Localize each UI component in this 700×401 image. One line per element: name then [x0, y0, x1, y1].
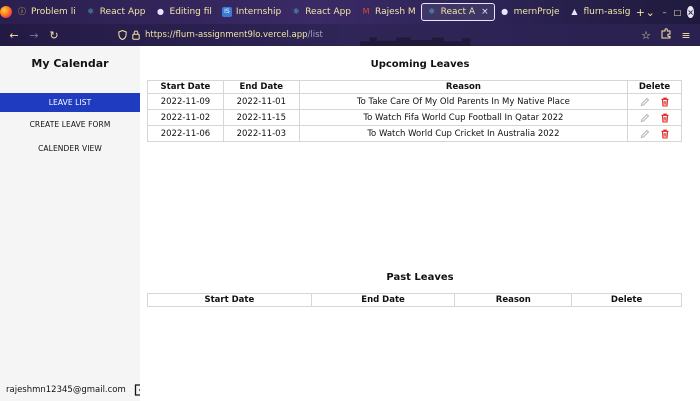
browser-tab-label: React App — [305, 7, 352, 17]
back-arrow-icon[interactable]: ← — [4, 29, 24, 42]
minimize-icon[interactable]: – — [661, 6, 668, 18]
lock-icon[interactable] — [132, 30, 140, 40]
table-row: 2022-11-09 2022-11-01 To Take Care Of My O… — [147, 93, 682, 110]
url-path: /list — [307, 30, 323, 40]
url-text[interactable]: https://flurn-assignment9lo.vercel.app/l… — [145, 30, 323, 40]
new-tab-button[interactable]: + — [635, 6, 645, 19]
trash-icon[interactable] — [660, 113, 670, 123]
gmail-icon: M — [362, 7, 370, 16]
header-reason: Reason — [454, 293, 573, 307]
header-reason: Reason — [298, 80, 629, 94]
table-row: 2022-11-06 2022-11-03 To Watch World Cup C… — [147, 125, 682, 142]
trash-icon[interactable] — [660, 97, 670, 107]
browser-tab[interactable]: ● Editing fil — [151, 0, 217, 24]
sidebar: My Calendar LEAVE LIST CREATE LEAVE FORM… — [0, 46, 148, 401]
browser-tab[interactable]: M Rajesh M — [356, 0, 421, 24]
cell-end-date: 2022-11-15 — [222, 109, 300, 126]
browser-tab[interactable]: ⚛ React A × — [420, 3, 495, 21]
sidebar-item-create-leave-form[interactable]: CREATE LEAVE FORM — [0, 115, 140, 134]
browser-tab-bar: ⓘ Problem li ⚛ React App ● Editing fil IS Inter… — [0, 0, 700, 24]
cell-reason: To Take Care Of My Old Parents In My Nat… — [298, 93, 629, 110]
forward-arrow-icon[interactable]: → — [24, 29, 44, 42]
react-icon: ⚛ — [87, 7, 95, 16]
info-icon: ⓘ — [18, 7, 27, 16]
user-email: rajeshmn12345@gmail.com — [6, 385, 126, 395]
app-title: My Calendar — [31, 57, 109, 70]
react-icon: ⚛ — [428, 7, 436, 16]
bookmark-star-icon[interactable]: ☆ — [636, 29, 656, 42]
main-content: Upcoming Leaves Start Date End Date Reas… — [140, 46, 700, 401]
cell-end-date: 2022-11-03 — [222, 125, 300, 142]
header-start-date: Start Date — [147, 80, 224, 94]
github-icon: ● — [157, 7, 165, 16]
browser-tab-label: mernProje — [513, 7, 560, 17]
trash-icon[interactable] — [660, 129, 670, 139]
cell-reason: To Watch World Cup Cricket In Australia … — [298, 125, 629, 142]
browser-tab[interactable]: ⚛ React App — [81, 0, 151, 24]
cell-end-date: 2022-11-01 — [222, 93, 300, 110]
browser-tab[interactable]: ⓘ Problem li — [12, 0, 81, 24]
past-leaves-table: Start Date End Date Reason Delete — [147, 293, 682, 307]
tab-list-chevron-icon[interactable]: ⌄ — [645, 6, 655, 19]
browser-tab-label: React A — [440, 7, 476, 17]
header-delete: Delete — [571, 293, 682, 307]
hamburger-menu-icon[interactable]: ≡ — [676, 29, 696, 42]
pencil-icon[interactable] — [640, 129, 650, 139]
past-leaves-title: Past Leaves — [386, 272, 454, 283]
browser-nav-bar: ← → ↻ https://flurn-assignment9lo.vercel… — [0, 24, 700, 46]
browser-tab[interactable]: ⚛ React App — [286, 0, 356, 24]
theme-decoration — [360, 34, 471, 46]
sidebar-item-leave-list[interactable]: LEAVE LIST — [0, 93, 140, 112]
browser-tab[interactable]: ● mernProje — [495, 0, 565, 24]
vercel-icon: ▲ — [571, 7, 578, 16]
sidebar-item-calender-view[interactable]: CALENDER VIEW — [0, 139, 140, 158]
firefox-icon[interactable] — [0, 0, 13, 24]
cell-start-date: 2022-11-06 — [147, 125, 224, 142]
browser-tab-label: flurn-assig — [583, 7, 631, 17]
header-delete: Delete — [627, 80, 682, 94]
window-close-icon[interactable]: × — [687, 6, 694, 18]
url-host: https://flurn-assignment9lo.vercel.app — [145, 30, 308, 40]
browser-tab-label: Internship — [235, 7, 282, 17]
url-bar[interactable]: https://flurn-assignment9lo.vercel.app/l… — [118, 27, 323, 43]
react-icon: ⚛ — [292, 7, 300, 16]
table-header-row: Start Date End Date Reason Delete — [147, 80, 682, 94]
cell-reason: To Watch Fifa World Cup Football In Qata… — [298, 109, 629, 126]
table-row: 2022-11-02 2022-11-15 To Watch Fifa World … — [147, 109, 682, 126]
browser-tab[interactable]: IS Internship — [217, 0, 286, 24]
cell-actions — [627, 109, 682, 126]
table-header-row: Start Date End Date Reason Delete — [147, 293, 682, 307]
header-end-date: End Date — [222, 80, 300, 94]
tab-close-icon[interactable]: × — [481, 7, 489, 17]
pencil-icon[interactable] — [640, 113, 650, 123]
cell-actions — [627, 125, 682, 142]
reload-icon[interactable]: ↻ — [44, 29, 64, 42]
user-footer: rajeshmn12345@gmail.com — [6, 384, 148, 396]
browser-tab-label: Rajesh M — [375, 7, 416, 17]
extensions-puzzle-icon[interactable] — [656, 28, 676, 42]
cell-start-date: 2022-11-02 — [147, 109, 224, 126]
header-start-date: Start Date — [147, 293, 312, 307]
browser-tab-label: React App — [99, 7, 146, 17]
shield-icon[interactable] — [118, 30, 127, 40]
cell-actions — [627, 93, 682, 110]
header-end-date: End Date — [310, 293, 456, 307]
upcoming-leaves-title: Upcoming Leaves — [370, 59, 470, 70]
pencil-icon[interactable] — [640, 97, 650, 107]
browser-tab-label: Editing fil — [169, 7, 212, 17]
github-icon: ● — [501, 7, 509, 16]
is-badge-icon: IS — [221, 7, 232, 17]
cell-start-date: 2022-11-09 — [147, 93, 224, 110]
browser-tab-label: Problem li — [31, 7, 76, 17]
browser-tab[interactable]: ▲ flurn-assig — [565, 0, 636, 24]
maximize-icon[interactable]: □ — [674, 6, 682, 18]
upcoming-leaves-table: Start Date End Date Reason Delete 2022-1… — [147, 80, 682, 142]
